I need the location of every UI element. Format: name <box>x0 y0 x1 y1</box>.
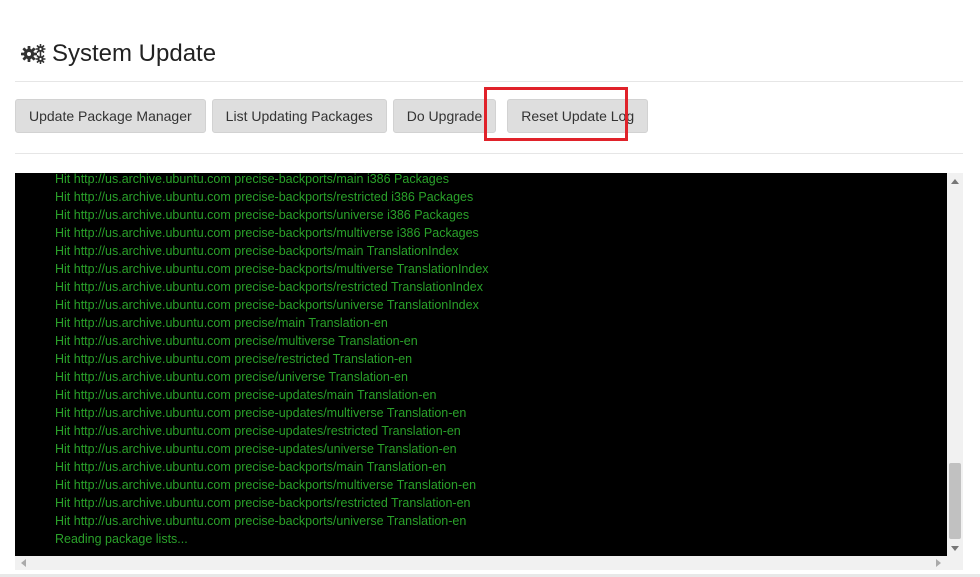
console-line: Hit http://us.archive.ubuntu.com precise… <box>55 173 449 186</box>
scrollbar-thumb[interactable] <box>949 463 961 539</box>
system-update-page: System Update Update Package Manager Lis… <box>0 0 980 577</box>
update-log-console: Hit http://us.archive.ubuntu.com precise… <box>15 173 963 570</box>
console-line: Hit http://us.archive.ubuntu.com precise… <box>55 424 461 438</box>
console-line: Hit http://us.archive.ubuntu.com precise… <box>55 244 459 258</box>
list-updating-packages-button[interactable]: List Updating Packages <box>211 99 387 133</box>
console-line: Hit http://us.archive.ubuntu.com precise… <box>55 208 470 222</box>
console-line: Hit http://us.archive.ubuntu.com precise… <box>55 478 477 492</box>
console-line: Hit http://us.archive.ubuntu.com precise… <box>55 226 479 240</box>
console-line: Hit http://us.archive.ubuntu.com precise… <box>55 316 388 330</box>
cogs-icon <box>20 42 48 66</box>
page-header: System Update <box>20 38 216 70</box>
console-output: Hit http://us.archive.ubuntu.com precise… <box>15 173 947 556</box>
scroll-left-icon[interactable] <box>21 559 26 567</box>
console-line: Reading package lists... <box>55 532 188 546</box>
toolbar: Update Package Manager List Updating Pac… <box>15 99 654 133</box>
console-line: Hit http://us.archive.ubuntu.com precise… <box>55 298 479 312</box>
scrollbar-corner <box>947 556 963 570</box>
console-line: Hit http://us.archive.ubuntu.com precise… <box>55 496 471 510</box>
scroll-right-icon[interactable] <box>936 559 941 567</box>
console-line: Hit http://us.archive.ubuntu.com precise… <box>55 388 437 402</box>
horizontal-scrollbar[interactable] <box>15 556 947 570</box>
console-line: Hit http://us.archive.ubuntu.com precise… <box>55 352 413 366</box>
do-upgrade-button[interactable]: Do Upgrade <box>392 99 497 133</box>
toolbar-divider <box>15 153 963 154</box>
reset-update-log-button[interactable]: Reset Update Log <box>507 99 649 133</box>
console-line: Hit http://us.archive.ubuntu.com precise… <box>55 460 447 474</box>
console-line: Hit http://us.archive.ubuntu.com precise… <box>55 406 467 420</box>
console-line: Hit http://us.archive.ubuntu.com precise… <box>55 442 457 456</box>
console-line: Hit http://us.archive.ubuntu.com precise… <box>55 514 467 528</box>
page-title: System Update <box>52 40 217 67</box>
console-line: Hit http://us.archive.ubuntu.com precise… <box>55 190 474 204</box>
console-line: Hit http://us.archive.ubuntu.com precise… <box>55 370 408 384</box>
console-line: Hit http://us.archive.ubuntu.com precise… <box>55 334 418 348</box>
console-line: Hit http://us.archive.ubuntu.com precise… <box>55 262 489 276</box>
console-lines: Hit http://us.archive.ubuntu.com precise… <box>55 173 489 548</box>
scroll-down-icon[interactable] <box>951 546 959 551</box>
console-line: Hit http://us.archive.ubuntu.com precise… <box>55 280 483 294</box>
scroll-up-icon[interactable] <box>951 179 959 184</box>
update-package-manager-button[interactable]: Update Package Manager <box>15 99 206 133</box>
header-divider <box>15 81 963 82</box>
vertical-scrollbar[interactable] <box>947 173 963 556</box>
